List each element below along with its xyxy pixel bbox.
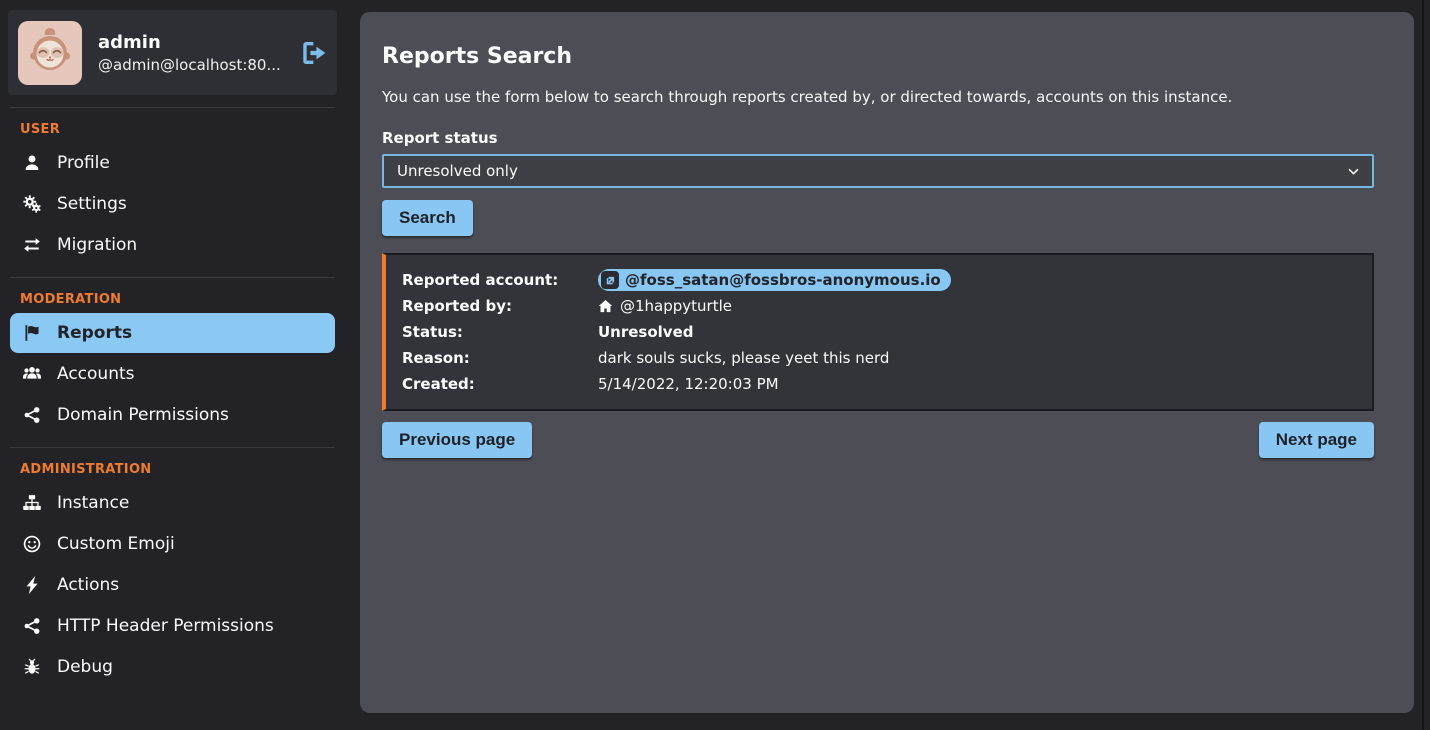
report-card[interactable]: Reported account: @foss_satan@fossbros-a… [382, 253, 1374, 411]
divider [10, 447, 335, 448]
report-row-created: Created: 5/14/2022, 12:20:03 PM [402, 371, 1356, 397]
page-description: You can use the form below to search thr… [382, 88, 1374, 106]
sidebar-item-label: Profile [57, 153, 110, 173]
user-card[interactable]: admin @admin@localhost:80... [8, 10, 337, 95]
sidebar-item-profile[interactable]: Profile [10, 143, 335, 183]
bug-icon [22, 658, 42, 676]
sidebar-item-custom-emoji[interactable]: Custom Emoji [10, 524, 335, 564]
report-row-label: Status: [402, 323, 598, 341]
report-status-selected-value: Unresolved only [397, 162, 518, 180]
bolt-icon [22, 576, 42, 594]
external-link-icon [601, 271, 619, 289]
report-row-label: Reason: [402, 349, 598, 367]
sidebar-item-label: Migration [57, 235, 137, 255]
sidebar-item-actions[interactable]: Actions [10, 565, 335, 605]
users-icon [22, 365, 42, 383]
sidebar-item-label: Instance [57, 493, 129, 513]
sidebar-item-label: Accounts [57, 364, 135, 384]
report-row-reported-account: Reported account: @foss_satan@fossbros-a… [402, 267, 1356, 293]
sidebar-item-reports[interactable]: Reports [10, 313, 335, 353]
page-title: Reports Search [382, 44, 1374, 69]
report-created-value: 5/14/2022, 12:20:03 PM [598, 375, 1356, 393]
share-nodes-icon [22, 617, 42, 635]
pagination: Previous page Next page [382, 422, 1374, 458]
sidebar-item-domain-permissions[interactable]: Domain Permissions [10, 395, 335, 435]
report-row-status: Status: Unresolved [402, 319, 1356, 345]
report-status-label: Report status [382, 129, 1374, 147]
sidebar-item-label: Settings [57, 194, 127, 214]
search-button[interactable]: Search [382, 200, 473, 236]
previous-page-button[interactable]: Previous page [382, 422, 532, 458]
sidebar-item-instance[interactable]: Instance [10, 483, 335, 523]
next-page-button[interactable]: Next page [1259, 422, 1374, 458]
divider [10, 107, 335, 108]
sidebar-item-label: Domain Permissions [57, 405, 229, 425]
sidebar-item-migration[interactable]: Migration [10, 225, 335, 265]
home-icon [598, 299, 613, 314]
flag-icon [22, 324, 42, 342]
exchange-arrows-icon [22, 236, 42, 254]
sidebar-item-debug[interactable]: Debug [10, 647, 335, 687]
main-panel: Reports Search You can use the form belo… [360, 12, 1414, 713]
report-status-value: Unresolved [598, 323, 1356, 341]
user-icon [22, 154, 42, 172]
report-row-label: Reported by: [402, 297, 598, 315]
reported-account-handle: @foss_satan@fossbros-anonymous.io [625, 271, 941, 289]
user-meta: admin @admin@localhost:80... [98, 31, 285, 73]
section-label-administration: ADMINISTRATION [20, 462, 325, 477]
share-nodes-icon [22, 406, 42, 424]
report-row-reported-by: Reported by: @1happyturtle [402, 293, 1356, 319]
report-reason-value: dark souls sucks, please yeet this nerd [598, 349, 1356, 367]
report-row-label: Reported account: [402, 271, 598, 289]
section-label-moderation: MODERATION [20, 292, 325, 307]
divider [10, 277, 335, 278]
avatar [18, 21, 82, 85]
report-status-select[interactable]: Unresolved only [382, 154, 1374, 188]
reported-account-link[interactable]: @foss_satan@fossbros-anonymous.io [598, 269, 951, 291]
sidebar-item-settings[interactable]: Settings [10, 184, 335, 224]
sitemap-icon [22, 494, 42, 512]
report-row-reason: Reason: dark souls sucks, please yeet th… [402, 345, 1356, 371]
sidebar-item-label: Actions [57, 575, 119, 595]
sidebar-item-label: Reports [57, 323, 132, 343]
smiley-icon [22, 535, 42, 553]
reported-by-handle: @1happyturtle [620, 297, 732, 315]
gears-icon [22, 195, 42, 213]
sidebar-item-accounts[interactable]: Accounts [10, 354, 335, 394]
user-handle: @admin@localhost:80... [98, 56, 285, 74]
scrollbar-track[interactable] [1422, 0, 1424, 730]
report-row-label: Created: [402, 375, 598, 393]
sidebar-item-label: Debug [57, 657, 113, 677]
sidebar-item-http-header-permissions[interactable]: HTTP Header Permissions [10, 606, 335, 646]
sidebar-item-label: HTTP Header Permissions [57, 616, 274, 636]
chevron-down-icon [1348, 168, 1359, 175]
sidebar-item-label: Custom Emoji [57, 534, 175, 554]
sidebar: admin @admin@localhost:80... USER Profil… [0, 0, 345, 730]
sign-out-icon[interactable] [301, 40, 327, 66]
user-name: admin [98, 31, 285, 55]
section-label-user: USER [20, 122, 325, 137]
